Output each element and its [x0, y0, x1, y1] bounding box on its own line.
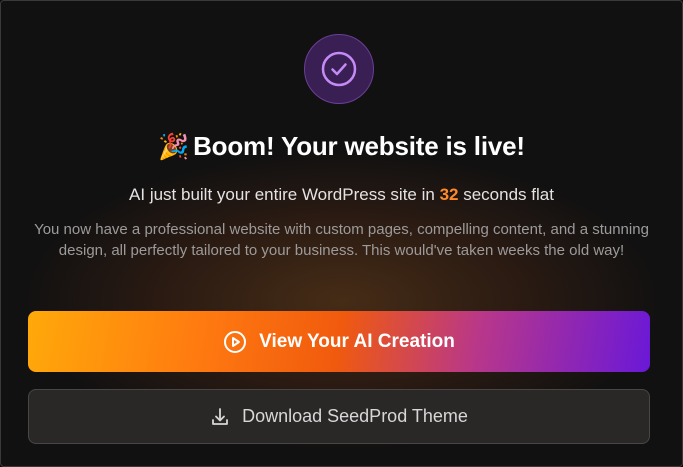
party-popper-icon: 🎉 [158, 133, 190, 161]
title-text: Boom! Your website is live! [193, 131, 525, 161]
subtitle: AI just built your entire WordPress site… [1, 185, 682, 205]
description: You now have a professional website with… [34, 221, 649, 259]
download-theme-button[interactable]: Download SeedProd Theme [28, 389, 650, 444]
view-creation-button[interactable]: View Your AI Creation [28, 311, 650, 372]
check-circle-icon [304, 34, 374, 104]
view-creation-label: View Your AI Creation [259, 330, 455, 352]
play-circle-icon [223, 330, 247, 354]
subtitle-suffix: seconds flat [458, 185, 554, 204]
success-panel: 🎉 Boom! Your website is live! AI just bui… [0, 0, 683, 467]
build-seconds: 32 [439, 185, 459, 204]
download-theme-label: Download SeedProd Theme [242, 406, 468, 426]
subtitle-prefix: AI just built your entire WordPress site… [129, 185, 440, 204]
download-icon [210, 407, 230, 427]
page-title: 🎉 Boom! Your website is live! [1, 131, 682, 162]
